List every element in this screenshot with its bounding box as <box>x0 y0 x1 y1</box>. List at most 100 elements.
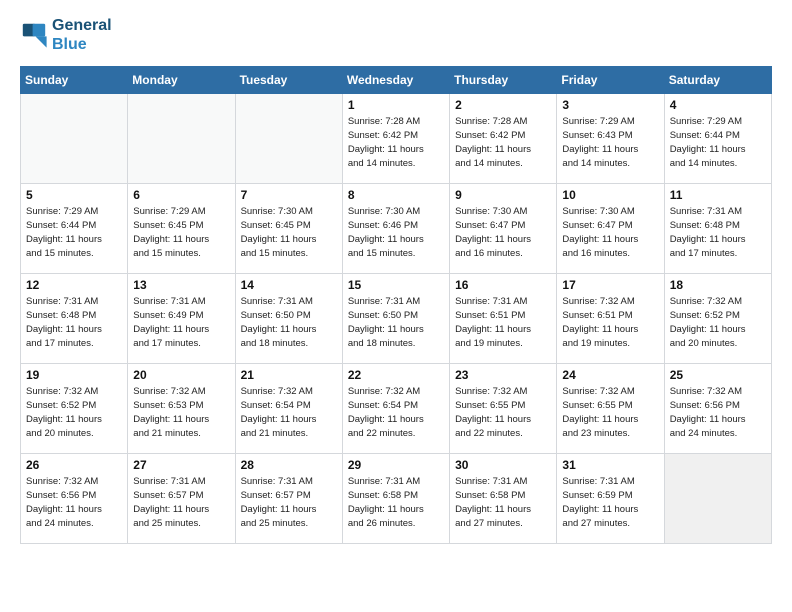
calendar-cell: 21Sunrise: 7:32 AM Sunset: 6:54 PM Dayli… <box>235 364 342 454</box>
day-info: Sunrise: 7:30 AM Sunset: 6:47 PM Dayligh… <box>455 205 551 260</box>
calendar-cell: 17 Sunrise: 7:32 AM Sunset: 6:51 PM Dayli… <box>557 274 664 364</box>
calendar-table: SundayMondayTuesdayWednesdayThursdayFrid… <box>20 66 772 544</box>
day-info: Sunrise: 7:31 AM Sunset: 6:48 PM Dayligh… <box>26 295 122 350</box>
calendar-cell: 25 Sunrise: 7:32 AM Sunset: 6:56 PM Dayli… <box>664 364 771 454</box>
weekday-header-tuesday: Tuesday <box>235 67 342 94</box>
day-info: Sunrise: 7:31 AM Sunset: 6:50 PM Dayligh… <box>348 295 444 350</box>
calendar-cell: 1 Sunrise: 7:28 AM Sunset: 6:42 PM Daylig… <box>342 94 449 184</box>
day-info: Sunrise: 7:32 AM Sunset: 6:51 PM Dayligh… <box>562 295 658 350</box>
day-number: 16 <box>455 278 551 292</box>
calendar-week-3: 12 Sunrise: 7:31 AM Sunset: 6:48 PM Dayli… <box>21 274 772 364</box>
day-info: Sunrise: 7:31 AM Sunset: 6:57 PM Dayligh… <box>241 475 337 530</box>
day-info: Sunrise: 7:31 AM Sunset: 6:59 PM Dayligh… <box>562 475 658 530</box>
calendar-cell <box>664 454 771 544</box>
day-number: 19 <box>26 368 122 382</box>
logo: General Blue <box>20 16 112 54</box>
calendar-cell: 5 Sunrise: 7:29 AM Sunset: 6:44 PM Daylig… <box>21 184 128 274</box>
day-info: Sunrise: 7:32 AM Sunset: 6:52 PM Dayligh… <box>26 385 122 440</box>
day-info: Sunrise: 7:32 AM Sunset: 6:52 PM Dayligh… <box>670 295 766 350</box>
day-info: Sunrise: 7:29 AM Sunset: 6:43 PM Dayligh… <box>562 115 658 170</box>
day-info: Sunrise: 7:32 AM Sunset: 6:55 PM Dayligh… <box>455 385 551 440</box>
calendar-week-4: 19 Sunrise: 7:32 AM Sunset: 6:52 PM Dayli… <box>21 364 772 454</box>
calendar-cell: 29Sunrise: 7:31 AM Sunset: 6:58 PM Dayli… <box>342 454 449 544</box>
calendar-container: General Blue SundayMondayTuesdayWednesda… <box>0 0 792 560</box>
calendar-cell: 6 Sunrise: 7:29 AM Sunset: 6:45 PM Daylig… <box>128 184 235 274</box>
weekday-header-friday: Friday <box>557 67 664 94</box>
day-info: Sunrise: 7:29 AM Sunset: 6:44 PM Dayligh… <box>670 115 766 170</box>
calendar-cell: 18 Sunrise: 7:32 AM Sunset: 6:52 PM Dayli… <box>664 274 771 364</box>
calendar-cell: 15 Sunrise: 7:31 AM Sunset: 6:50 PM Dayli… <box>342 274 449 364</box>
day-info: Sunrise: 7:32 AM Sunset: 6:54 PM Dayligh… <box>348 385 444 440</box>
day-info: Sunrise: 7:29 AM Sunset: 6:45 PM Dayligh… <box>133 205 229 260</box>
calendar-cell: 11 Sunrise: 7:31 AM Sunset: 6:48 PM Dayli… <box>664 184 771 274</box>
calendar-cell: 14 Sunrise: 7:31 AM Sunset: 6:50 PM Dayli… <box>235 274 342 364</box>
calendar-cell: 22 Sunrise: 7:32 AM Sunset: 6:54 PM Dayli… <box>342 364 449 454</box>
day-info: Sunrise: 7:28 AM Sunset: 6:42 PM Dayligh… <box>348 115 444 170</box>
day-number: 2 <box>455 98 551 112</box>
day-number: 1 <box>348 98 444 112</box>
calendar-cell: 10Sunrise: 7:30 AM Sunset: 6:47 PM Dayli… <box>557 184 664 274</box>
day-info: Sunrise: 7:28 AM Sunset: 6:42 PM Dayligh… <box>455 115 551 170</box>
day-number: 27 <box>133 458 229 472</box>
weekday-header-monday: Monday <box>128 67 235 94</box>
calendar-cell: 27Sunrise: 7:31 AM Sunset: 6:57 PM Dayli… <box>128 454 235 544</box>
day-number: 7 <box>241 188 337 202</box>
day-number: 11 <box>670 188 766 202</box>
day-number: 25 <box>670 368 766 382</box>
calendar-cell: 8 Sunrise: 7:30 AM Sunset: 6:46 PM Daylig… <box>342 184 449 274</box>
calendar-week-1: 1 Sunrise: 7:28 AM Sunset: 6:42 PM Daylig… <box>21 94 772 184</box>
day-number: 23 <box>455 368 551 382</box>
weekday-header-saturday: Saturday <box>664 67 771 94</box>
logo-text-general: General <box>52 16 112 35</box>
weekday-header-wednesday: Wednesday <box>342 67 449 94</box>
day-info: Sunrise: 7:32 AM Sunset: 6:56 PM Dayligh… <box>26 475 122 530</box>
day-info: Sunrise: 7:32 AM Sunset: 6:56 PM Dayligh… <box>670 385 766 440</box>
day-info: Sunrise: 7:31 AM Sunset: 6:58 PM Dayligh… <box>455 475 551 530</box>
day-info: Sunrise: 7:30 AM Sunset: 6:45 PM Dayligh… <box>241 205 337 260</box>
day-number: 22 <box>348 368 444 382</box>
day-info: Sunrise: 7:32 AM Sunset: 6:55 PM Dayligh… <box>562 385 658 440</box>
day-number: 8 <box>348 188 444 202</box>
calendar-cell: 16Sunrise: 7:31 AM Sunset: 6:51 PM Dayli… <box>450 274 557 364</box>
calendar-header: General Blue <box>20 16 772 54</box>
day-number: 28 <box>241 458 337 472</box>
day-info: Sunrise: 7:30 AM Sunset: 6:47 PM Dayligh… <box>562 205 658 260</box>
calendar-cell: 28 Sunrise: 7:31 AM Sunset: 6:57 PM Dayli… <box>235 454 342 544</box>
day-number: 26 <box>26 458 122 472</box>
calendar-week-5: 26 Sunrise: 7:32 AM Sunset: 6:56 PM Dayli… <box>21 454 772 544</box>
calendar-cell: 26 Sunrise: 7:32 AM Sunset: 6:56 PM Dayli… <box>21 454 128 544</box>
day-number: 5 <box>26 188 122 202</box>
calendar-cell: 9Sunrise: 7:30 AM Sunset: 6:47 PM Daylig… <box>450 184 557 274</box>
logo-text-blue: Blue <box>52 35 112 54</box>
day-number: 14 <box>241 278 337 292</box>
weekday-header-row: SundayMondayTuesdayWednesdayThursdayFrid… <box>21 67 772 94</box>
day-info: Sunrise: 7:31 AM Sunset: 6:58 PM Dayligh… <box>348 475 444 530</box>
day-number: 13 <box>133 278 229 292</box>
day-info: Sunrise: 7:31 AM Sunset: 6:50 PM Dayligh… <box>241 295 337 350</box>
calendar-cell: 24Sunrise: 7:32 AM Sunset: 6:55 PM Dayli… <box>557 364 664 454</box>
calendar-cell <box>128 94 235 184</box>
day-number: 6 <box>133 188 229 202</box>
day-number: 30 <box>455 458 551 472</box>
calendar-cell: 2 Sunrise: 7:28 AM Sunset: 6:42 PM Daylig… <box>450 94 557 184</box>
calendar-cell: 12 Sunrise: 7:31 AM Sunset: 6:48 PM Dayli… <box>21 274 128 364</box>
day-number: 20 <box>133 368 229 382</box>
day-info: Sunrise: 7:31 AM Sunset: 6:49 PM Dayligh… <box>133 295 229 350</box>
day-number: 12 <box>26 278 122 292</box>
day-info: Sunrise: 7:31 AM Sunset: 6:48 PM Dayligh… <box>670 205 766 260</box>
calendar-cell: 31Sunrise: 7:31 AM Sunset: 6:59 PM Dayli… <box>557 454 664 544</box>
day-number: 3 <box>562 98 658 112</box>
day-info: Sunrise: 7:29 AM Sunset: 6:44 PM Dayligh… <box>26 205 122 260</box>
calendar-cell: 23 Sunrise: 7:32 AM Sunset: 6:55 PM Dayli… <box>450 364 557 454</box>
calendar-cell <box>235 94 342 184</box>
day-number: 17 <box>562 278 658 292</box>
day-number: 18 <box>670 278 766 292</box>
logo-icon <box>20 21 48 49</box>
calendar-cell: 20Sunrise: 7:32 AM Sunset: 6:53 PM Dayli… <box>128 364 235 454</box>
day-info: Sunrise: 7:30 AM Sunset: 6:46 PM Dayligh… <box>348 205 444 260</box>
calendar-cell: 13 Sunrise: 7:31 AM Sunset: 6:49 PM Dayli… <box>128 274 235 364</box>
day-number: 15 <box>348 278 444 292</box>
day-number: 4 <box>670 98 766 112</box>
weekday-header-thursday: Thursday <box>450 67 557 94</box>
day-number: 21 <box>241 368 337 382</box>
